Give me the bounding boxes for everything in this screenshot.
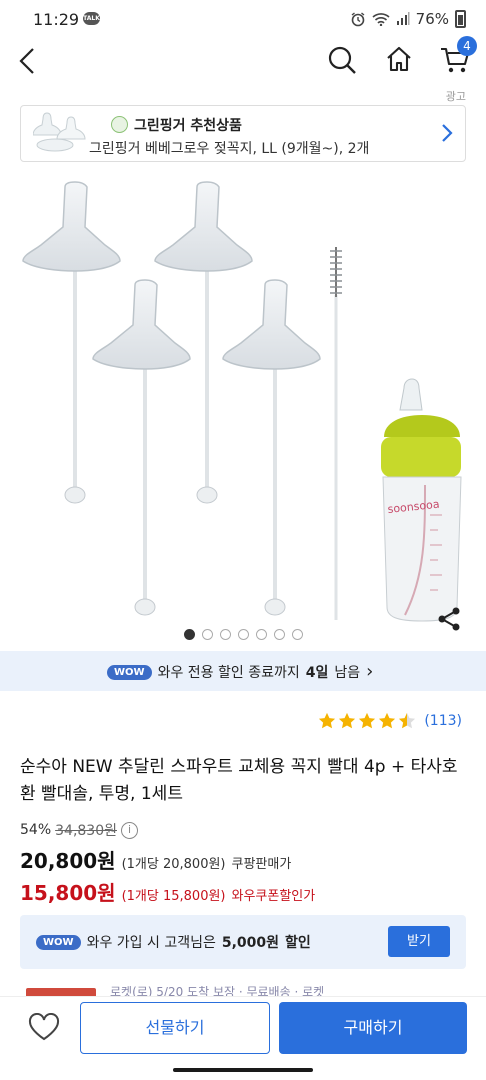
sale-price-tag: 쿠팡판매가 <box>231 857 292 872</box>
baby-bottle: soonsooa <box>381 378 462 622</box>
discount-row: 54% 34,830원 i <box>20 820 138 840</box>
wow-banner-days: 4일 <box>305 665 329 681</box>
bottom-action-bar: 선물하기 구매하기 <box>0 996 486 1062</box>
star-full-icon <box>319 712 336 729</box>
chevron-right-icon: › <box>366 661 374 682</box>
gallery-pagination[interactable] <box>0 629 486 640</box>
wow-badge: WOW <box>107 664 152 680</box>
page-dot[interactable] <box>291 629 303 640</box>
battery-percent: 76% <box>415 10 449 28</box>
kakaotalk-icon: TALK <box>83 12 100 25</box>
spout-straw-1 <box>22 181 121 504</box>
page-dot[interactable] <box>201 629 213 640</box>
gesture-bar <box>0 1062 486 1080</box>
discount-rate: 54% <box>20 822 52 838</box>
chevron-right-icon <box>442 124 453 142</box>
wow-banner-text: 와우 전용 할인 종료까지 <box>157 665 300 681</box>
product-title: 순수아 NEW 추달린 스파우트 교체용 꼭지 빨대 4p + 타사호환 빨대솔… <box>20 757 458 804</box>
status-time: 11:29 <box>33 10 80 29</box>
wow-banner-suffix: 남음 <box>334 665 361 681</box>
page-dot[interactable] <box>183 629 195 640</box>
signup-amount: 5,000원 <box>221 935 280 951</box>
original-price: 34,830원 <box>55 823 117 839</box>
spout-straw-3 <box>92 279 191 616</box>
product-image: soonsooa <box>22 181 462 622</box>
signup-suffix: 할인 <box>285 935 311 951</box>
page-dot[interactable] <box>219 629 231 640</box>
info-icon[interactable]: i <box>121 821 138 839</box>
wow-signup-box: WOW 와우 가입 시 고객님은 5,000원 할인 받기 <box>20 915 466 969</box>
get-coupon-button[interactable]: 받기 <box>388 926 450 957</box>
cart-count-badge: 4 <box>457 36 477 56</box>
wow-badge: WOW <box>36 934 81 950</box>
gift-button[interactable]: 선물하기 <box>80 1002 270 1054</box>
sale-unit-price: (1개당 20,800원) <box>121 857 226 872</box>
search-icon[interactable] <box>327 45 357 75</box>
home-icon[interactable] <box>385 45 413 73</box>
page-dot[interactable] <box>237 629 249 640</box>
back-arrow-icon[interactable] <box>18 47 36 75</box>
recommend-title: 그린핑거 추천상품 <box>134 118 242 134</box>
wishlist-heart-icon[interactable] <box>28 1013 60 1041</box>
wow-deadline-banner[interactable]: WOW 와우 전용 할인 종료까지 4일 남음 › <box>0 651 486 691</box>
recommend-product-name: 그린핑거 베베그로우 젖꼭지, LL (9개월~), 2개 <box>89 141 370 157</box>
wow-unit-price: (1개당 15,800원) <box>121 889 226 904</box>
page-dot[interactable] <box>255 629 267 640</box>
wow-price-row: 15,800원 (1개당 15,800원) 와우쿠폰할인가 <box>20 877 315 906</box>
straw-brush <box>330 247 342 620</box>
top-nav <box>0 40 486 84</box>
spout-straw-4 <box>222 279 321 616</box>
home-indicator <box>173 1068 313 1072</box>
sale-price-row: 20,800원 (1개당 20,800원) 쿠팡판매가 <box>20 845 291 874</box>
signup-text: 와우 가입 시 고객님은 <box>86 935 216 951</box>
wow-price-tag: 와우쿠폰할인가 <box>231 889 316 904</box>
alarm-icon <box>351 12 365 27</box>
page-dot[interactable] <box>273 629 285 640</box>
product-rating[interactable]: (113) <box>318 712 462 730</box>
ad-label: 광고 <box>445 90 466 103</box>
battery-icon <box>455 10 466 28</box>
signal-icon <box>396 12 410 25</box>
star-full-icon <box>339 712 356 729</box>
brand-logo-icon <box>111 116 128 133</box>
recommended-product-card[interactable]: 그린핑거 추천상품 그린핑거 베베그로우 젖꼭지, LL (9개월~), 2개 <box>20 105 466 162</box>
review-count[interactable]: (113) <box>424 713 462 729</box>
wow-price: 15,800원 <box>20 881 116 905</box>
sale-price: 20,800원 <box>20 849 116 873</box>
status-bar: 11:29 TALK 76% <box>0 0 486 40</box>
status-right: 76% <box>350 10 466 28</box>
wifi-icon <box>372 13 390 26</box>
buy-button[interactable]: 구매하기 <box>279 1002 467 1054</box>
star-full-icon <box>359 712 376 729</box>
recommended-product-thumbnail <box>33 112 86 152</box>
star-full-icon <box>379 712 396 729</box>
product-image-gallery[interactable]: soonsooa <box>0 175 486 625</box>
star-half-icon <box>399 712 416 729</box>
